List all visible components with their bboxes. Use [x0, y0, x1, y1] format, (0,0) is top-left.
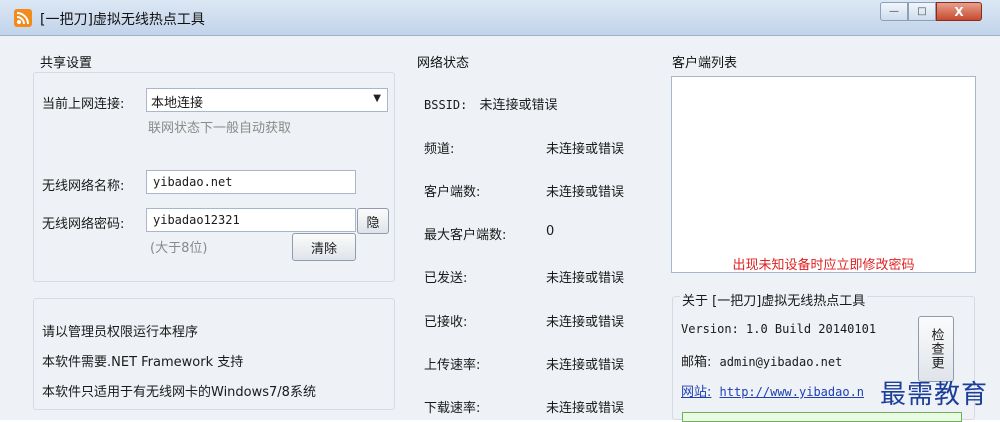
status-row: 客户端数: [424, 181, 480, 200]
check-update-button[interactable]: 检查更 [918, 316, 954, 382]
connection-select[interactable]: 本地连接 ▼ [146, 88, 388, 112]
status-value: 未连接或错误 [546, 401, 625, 416]
status-value: 0 [546, 224, 555, 239]
connection-label: 当前上网连接: [42, 97, 125, 112]
client-list-title: 客户端列表 [672, 56, 738, 71]
maximize-button[interactable]: □ [908, 2, 936, 21]
info-line-1: 请以管理员权限运行本程序 [42, 325, 199, 340]
version-text: Version: 1.0 Build 20140101 [681, 322, 877, 336]
status-row: 上传速率: [424, 354, 480, 373]
status-label: 下载速率: [424, 401, 481, 416]
status-label: 频道: [424, 142, 455, 157]
status-row: 下载速率: [424, 397, 480, 416]
status-value: 未连接或错误 [546, 315, 625, 330]
client-list[interactable]: 出现未知设备时应立即修改密码 [671, 76, 976, 273]
website-row: 网站: http://www.yibadao.n [681, 381, 864, 400]
watermark: 最需教育 [880, 380, 989, 410]
close-button[interactable]: X [936, 2, 982, 21]
clear-button[interactable]: 清除 [292, 233, 356, 261]
website-label[interactable]: 网站: [681, 385, 711, 400]
ssid-input[interactable]: yibadao.net [146, 170, 356, 194]
email-label: 邮箱: [681, 355, 712, 370]
ssid-label: 无线网络名称: [42, 179, 125, 194]
status-row: 已接收: [424, 311, 467, 330]
window-title: [一把刀]虚拟无线热点工具 [40, 12, 205, 28]
title-bar[interactable]: [一把刀]虚拟无线热点工具 — □ X [0, 0, 1000, 36]
status-value: 未连接或错误 [546, 142, 625, 157]
email-row: 邮箱: admin@yibadao.net [681, 351, 842, 370]
bssid-value: 未连接或错误 [479, 98, 558, 113]
status-value: 未连接或错误 [546, 185, 625, 200]
dropdown-arrow-icon: ▼ [373, 93, 381, 104]
status-label: 已发送: [424, 271, 468, 286]
connection-hint: 联网状态下一般自动获取 [148, 121, 292, 136]
status-bar [682, 412, 962, 422]
bssid-row: BSSID: 未连接或错误 [424, 94, 558, 113]
status-label: 上传速率: [424, 358, 481, 373]
password-label: 无线网络密码: [42, 217, 125, 232]
rss-icon [14, 9, 32, 27]
app-window: [一把刀]虚拟无线热点工具 — □ X 共享设置 当前上网连接: 本地连接 ▼ … [0, 0, 1000, 422]
password-input[interactable]: yibadao12321 [146, 208, 356, 232]
connection-value: 本地连接 [151, 96, 204, 111]
status-row: 最大客户端数: [424, 224, 506, 243]
status-row: 已发送: [424, 267, 467, 286]
bssid-label: BSSID: [424, 98, 468, 112]
info-line-3: 本软件只适用于有无线网卡的Windows7/8系统 [42, 385, 316, 400]
website-link[interactable]: http://www.yibadao.n [720, 385, 865, 399]
status-label: 最大客户端数: [424, 228, 507, 243]
status-value: 未连接或错误 [546, 271, 625, 286]
share-settings-title: 共享设置 [40, 56, 93, 71]
password-hint: (大于8位) [150, 241, 208, 256]
minimize-button[interactable]: — [880, 2, 908, 21]
network-status-title: 网络状态 [417, 56, 470, 71]
unknown-device-warning: 出现未知设备时应立即修改密码 [732, 258, 915, 273]
status-value: 未连接或错误 [546, 358, 625, 373]
info-line-2: 本软件需要.NET Framework 支持 [42, 355, 244, 370]
status-label: 客户端数: [424, 185, 481, 200]
about-title: 关于 [一把刀]虚拟无线热点工具 [680, 290, 868, 309]
window-controls: — □ X [880, 2, 982, 22]
status-row: 频道: [424, 138, 454, 157]
status-label: 已接收: [424, 315, 468, 330]
email-value: admin@yibadao.net [719, 355, 843, 369]
hide-password-button[interactable]: 隐 [357, 208, 389, 234]
